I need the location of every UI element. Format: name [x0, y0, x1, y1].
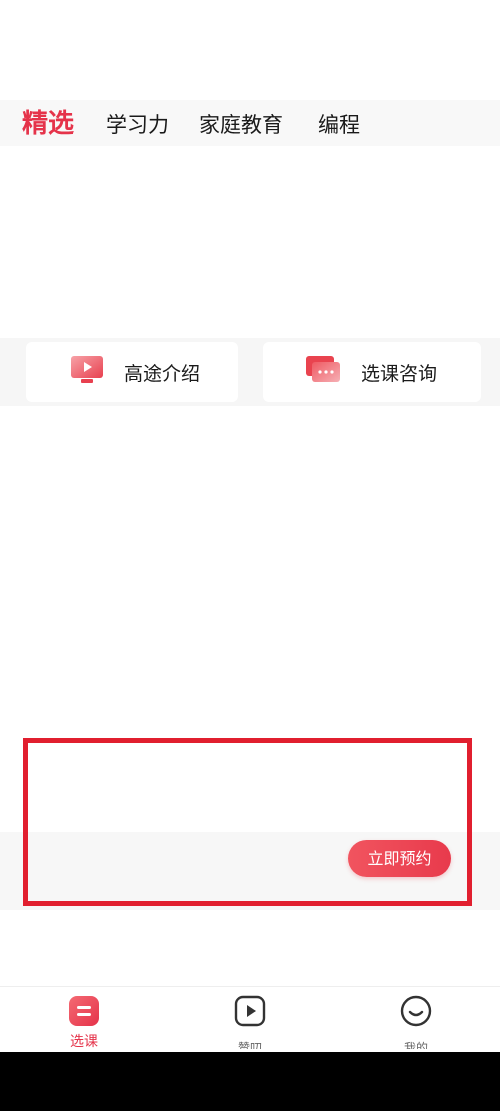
nav-video-label: 赞叨 — [237, 1041, 262, 1049]
quick-links-strip: 高途介绍 选课咨询 — [0, 338, 500, 406]
banner-highlight-frame — [23, 738, 472, 906]
category-tabs: 精选 学习力 家庭教育 编程 — [0, 100, 500, 146]
tab-family-education[interactable]: 家庭教育 — [199, 100, 283, 146]
tab-featured[interactable]: 精选 — [22, 100, 74, 146]
nav-mine-label: 我的 — [403, 1041, 428, 1049]
intro-card[interactable]: 高途介绍 — [26, 342, 238, 402]
tab-programming[interactable]: 编程 — [318, 100, 360, 146]
play-icon — [234, 995, 266, 1027]
smile-face-icon — [400, 995, 432, 1027]
tab-learning-ability[interactable]: 学习力 — [106, 100, 169, 146]
bottom-nav: 选课 赞叨 我的 — [0, 986, 500, 1053]
intro-label: 高途介绍 — [124, 362, 201, 385]
nav-course-label: 选课 — [70, 1034, 98, 1050]
system-navigation-bar — [0, 1052, 500, 1111]
nav-video[interactable]: 赞叨 — [200, 987, 300, 1053]
course-icon — [68, 995, 100, 1027]
nav-course[interactable]: 选课 — [34, 987, 134, 1053]
nav-mine[interactable]: 我的 — [366, 987, 466, 1053]
chat-bubble-icon — [305, 355, 341, 389]
monitor-play-icon — [70, 355, 104, 389]
course-consult-card[interactable]: 选课咨询 — [263, 342, 481, 402]
course-consult-label: 选课咨询 — [361, 362, 438, 385]
